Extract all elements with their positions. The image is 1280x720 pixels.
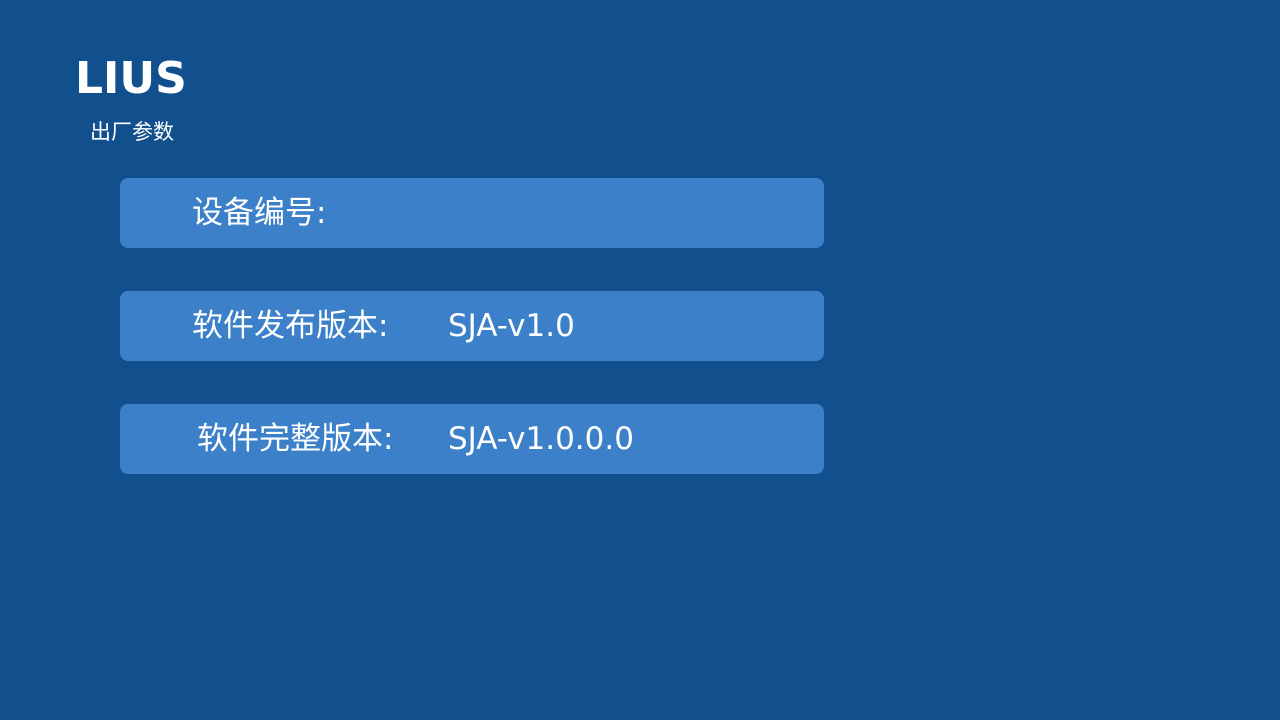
full-version-label: 软件完整版本: (197, 421, 394, 457)
device-serial-row: 设备编号: (120, 178, 824, 248)
brand-logo-text: LIUS (75, 53, 187, 104)
full-version-value: SJA-v1.0.0.0 (448, 421, 634, 457)
release-version-label: 软件发布版本: (192, 308, 389, 344)
page-title: 出厂参数 (90, 120, 174, 144)
full-version-row: 软件完整版本: SJA-v1.0.0.0 (120, 404, 824, 474)
release-version-row: 软件发布版本: SJA-v1.0 (120, 291, 824, 361)
device-serial-label: 设备编号: (192, 195, 327, 231)
release-version-value: SJA-v1.0 (448, 308, 575, 344)
